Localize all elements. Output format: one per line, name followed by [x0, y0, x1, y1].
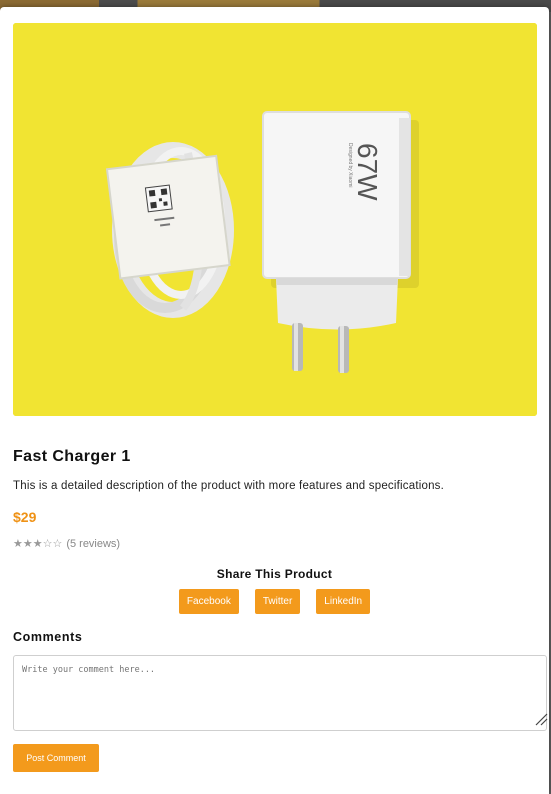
- share-twitter-button[interactable]: Twitter: [254, 589, 301, 614]
- product-price: $29: [13, 509, 37, 525]
- charger-photo: 67W Designed by Xiaomi: [13, 23, 537, 416]
- resize-handle-icon[interactable]: [534, 712, 548, 726]
- product-image: 67W Designed by Xiaomi: [13, 23, 537, 416]
- charger-wattage-text: 67W: [352, 143, 383, 201]
- comment-input[interactable]: [13, 655, 547, 731]
- share-title: Share This Product: [216, 567, 333, 581]
- charger-brand-text: Designed by Xiaomi: [347, 143, 353, 187]
- product-modal: ×: [0, 7, 549, 794]
- share-linkedin-button[interactable]: LinkedIn: [316, 589, 371, 614]
- share-facebook-button[interactable]: Facebook: [178, 589, 239, 614]
- comments-title: Comments: [13, 630, 83, 644]
- product-description: This is a detailed description of the pr…: [13, 480, 445, 492]
- share-buttons: Facebook Twitter LinkedIn: [0, 589, 549, 614]
- product-title: Fast Charger 1: [13, 448, 131, 465]
- star-rating-icon: ★★★☆☆: [13, 538, 63, 550]
- review-count: (5 reviews): [66, 538, 121, 550]
- product-rating: ★★★☆☆ (5 reviews): [13, 537, 120, 550]
- post-comment-button[interactable]: Post Comment: [13, 744, 99, 772]
